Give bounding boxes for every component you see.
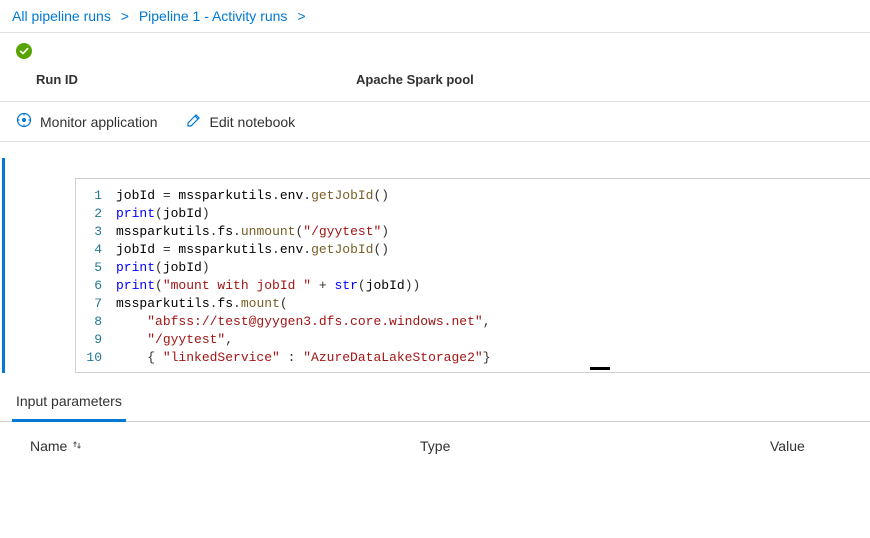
success-icon (16, 47, 32, 62)
col-value[interactable]: Value (770, 438, 850, 454)
breadcrumb-separator: > (297, 8, 305, 24)
toolbar: Monitor application Edit notebook (0, 101, 870, 142)
monitor-application-button[interactable]: Monitor application (16, 112, 158, 131)
run-info: Run ID Apache Spark pool (0, 66, 870, 101)
breadcrumb-separator: > (121, 8, 129, 24)
tab-input-parameters[interactable]: Input parameters (12, 383, 126, 422)
run-id-label: Run ID (36, 72, 356, 87)
monitor-application-label: Monitor application (40, 114, 158, 130)
breadcrumb-all-runs[interactable]: All pipeline runs (12, 8, 111, 24)
col-name-label: Name (30, 438, 67, 454)
notebook-cell: 1jobId = mssparkutils.env.getJobId() 2pr… (2, 158, 870, 373)
detail-tabs: Input parameters (0, 383, 870, 422)
status-row (0, 33, 870, 66)
monitor-icon (16, 112, 32, 131)
edit-notebook-button[interactable]: Edit notebook (186, 112, 296, 131)
sort-icon (71, 438, 83, 454)
breadcrumb: All pipeline runs > Pipeline 1 - Activit… (0, 0, 870, 33)
edit-notebook-label: Edit notebook (210, 114, 296, 130)
col-type[interactable]: Type (420, 438, 770, 454)
spark-pool-label: Apache Spark pool (356, 72, 474, 87)
params-table-header: Name Type Value (0, 422, 870, 462)
col-name[interactable]: Name (30, 438, 420, 454)
breadcrumb-pipeline-activity[interactable]: Pipeline 1 - Activity runs (139, 8, 288, 24)
code-editor[interactable]: 1jobId = mssparkutils.env.getJobId() 2pr… (75, 178, 870, 373)
edit-icon (186, 112, 202, 131)
